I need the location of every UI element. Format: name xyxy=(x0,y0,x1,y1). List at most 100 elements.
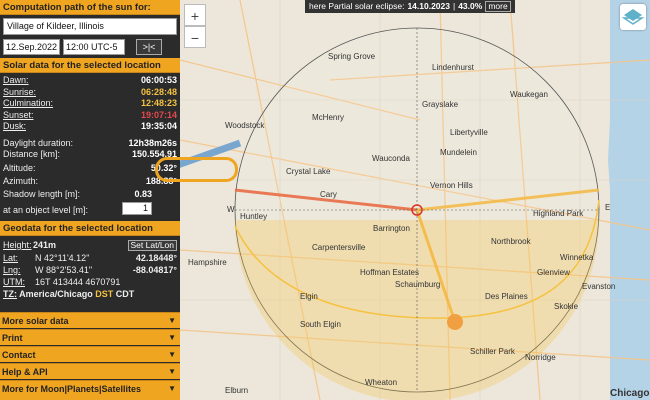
city-label: Wauconda xyxy=(372,154,410,163)
culmination-label[interactable]: Culmination: xyxy=(3,98,53,110)
city-label: Hampshire xyxy=(188,258,227,267)
city-label: Northbrook xyxy=(491,237,531,246)
sunset-label[interactable]: Sunset: xyxy=(3,110,34,122)
solar-section-header[interactable]: Solar data for the selected location xyxy=(0,58,180,73)
lat-dms: N 42°11'4.12" xyxy=(35,253,90,263)
dawn-value: 06:00:53 xyxy=(140,75,177,85)
tz-abbr: CDT xyxy=(115,289,135,299)
menu-label: Contact xyxy=(2,350,36,360)
daylight-row: Daylight duration: 12h38m26s xyxy=(3,138,177,150)
dawn-label[interactable]: Dawn: xyxy=(3,75,29,87)
solar-data: Dawn: 06:00:53 Sunrise: 06:28:48 Culminati… xyxy=(0,73,180,218)
object-level-input[interactable]: 1 xyxy=(122,202,152,215)
city-label: Schiller Park xyxy=(470,347,515,356)
city-label: South Elgin xyxy=(300,320,341,329)
lat-label[interactable]: Lat: xyxy=(3,252,25,264)
dawn-row: Dawn: 06:00:53 xyxy=(3,75,177,87)
map[interactable]: + − Spring Grove Lindenhurst Grayslake W… xyxy=(180,0,650,400)
city-label: Skokie xyxy=(554,302,579,311)
header-title: Computation path of the sun for: xyxy=(0,0,180,15)
object-level-row: at an object level [m]: 1 xyxy=(3,202,177,218)
menu-moon-planets-satellites[interactable]: More for Moon|Planets|Satellites ▼ xyxy=(0,380,180,400)
culmination-row: Culmination: 12:48:23 xyxy=(3,98,177,110)
shadow-label: Shadow length [m]: xyxy=(3,189,81,199)
tz-label[interactable]: TZ: xyxy=(3,289,17,299)
menu-contact[interactable]: Contact ▼ xyxy=(0,346,180,362)
time-input[interactable]: 12:00 UTC-5 xyxy=(63,39,125,55)
menu-label: Print xyxy=(2,333,23,343)
city-label: Norridge xyxy=(525,353,556,362)
set-latlon-button[interactable]: Set Lat/Lon xyxy=(127,239,177,251)
sunrise-value: 06:28:48 xyxy=(140,86,177,97)
eclipse-text: here Partial solar eclipse: xyxy=(309,1,405,11)
chevron-down-icon: ▼ xyxy=(168,367,176,376)
city-label: Elburn xyxy=(225,386,249,395)
geo-section-header[interactable]: Geodata for the selected location xyxy=(0,221,180,236)
zoom-in-button[interactable]: + xyxy=(184,4,206,26)
city-label: Grayslake xyxy=(422,100,459,109)
daylight-label: Daylight duration: xyxy=(3,137,74,148)
city-label: Wheaton xyxy=(365,378,398,387)
zoom-control: + − xyxy=(184,4,206,48)
eclipse-percent: 43.0% xyxy=(458,1,483,11)
eclipse-date: 14.10.2023 xyxy=(407,1,450,11)
sunset-row: Sunset: 19:07:14 xyxy=(3,110,177,122)
distance-label: Distance [km]: xyxy=(3,149,61,159)
lat-decimal: 42.18448° xyxy=(135,253,177,263)
daylight-value: 12h38m26s xyxy=(128,137,177,148)
menu-print[interactable]: Print ▼ xyxy=(0,329,180,345)
city-label: Des Plaines xyxy=(485,292,528,301)
eclipse-banner: here Partial solar eclipse: 14.10.2023 |… xyxy=(305,0,515,13)
eclipse-sep: | xyxy=(452,1,456,11)
city-label: Waukegan xyxy=(510,90,548,99)
lng-row: Lng: W 88°2'53.41" -88.04817° xyxy=(3,264,177,276)
timezone-row: TZ: America/Chicago DST CDT xyxy=(3,288,177,300)
distance-row: Distance [km]: 150.554.91 xyxy=(3,149,177,161)
sunrise-row: Sunrise: 06:28:48 xyxy=(3,87,177,99)
city-label: Carpentersville xyxy=(312,243,366,252)
location-input[interactable]: Village of Kildeer, Illinois xyxy=(3,18,177,35)
utm-label[interactable]: UTM: xyxy=(3,276,35,288)
city-label: Mundelein xyxy=(440,148,477,157)
city-label: Vernon Hills xyxy=(430,181,473,190)
eclipse-more-button[interactable]: more xyxy=(485,1,511,12)
lat-row: Lat: N 42°11'4.12" 42.18448° xyxy=(3,252,177,264)
city-label: Woodstock xyxy=(225,121,265,130)
utm-row: UTM: 16T 413444 4670791 xyxy=(3,276,177,288)
zoom-out-button[interactable]: − xyxy=(184,26,206,48)
city-label: McHenry xyxy=(312,113,345,122)
altitude-row: Altitude: 50.32° xyxy=(3,161,177,176)
lng-label[interactable]: Lng: xyxy=(3,264,25,276)
menu-label: More solar data xyxy=(2,316,69,326)
height-row: Height: 241m Set Lat/Lon xyxy=(3,238,177,252)
date-input[interactable]: 12.Sep.2022 xyxy=(3,39,60,55)
menu-help-api[interactable]: Help & API ▼ xyxy=(0,363,180,379)
compass-east: E xyxy=(605,203,611,212)
sunset-value: 19:07:14 xyxy=(140,109,177,120)
altitude-highlight xyxy=(155,157,238,182)
dusk-value: 19:35:04 xyxy=(140,121,177,131)
layers-icon xyxy=(621,9,645,25)
menu-more-solar-data[interactable]: More solar data ▼ xyxy=(0,312,180,328)
chevron-down-icon: ▼ xyxy=(168,333,176,342)
city-label: Cary xyxy=(320,190,337,199)
menu-label: Help & API xyxy=(2,367,48,377)
city-label: Crystal Lake xyxy=(286,167,331,176)
layers-button[interactable] xyxy=(620,4,646,30)
city-label: Libertyville xyxy=(450,128,488,137)
azimuth-row: Azimuth: 188.88° xyxy=(3,176,177,188)
geo-data: Height: 241m Set Lat/Lon Lat: N 42°11'4.… xyxy=(0,236,180,300)
city-label: Elgin xyxy=(300,292,318,301)
city-label: Winnetka xyxy=(560,253,594,262)
dusk-row: Dusk: 19:35:04 xyxy=(3,121,177,133)
sun-position xyxy=(447,314,463,330)
city-label: Evanston xyxy=(582,282,616,291)
altitude-label: Altitude: xyxy=(3,162,36,173)
height-label: Height: xyxy=(3,240,32,250)
sunrise-label[interactable]: Sunrise: xyxy=(3,87,36,99)
now-button[interactable]: >|< xyxy=(136,39,162,55)
city-label: Glenview xyxy=(537,268,570,277)
chevron-down-icon: ▼ xyxy=(168,350,176,359)
height-value: 241m xyxy=(33,240,57,250)
dusk-label[interactable]: Dusk: xyxy=(3,121,26,133)
